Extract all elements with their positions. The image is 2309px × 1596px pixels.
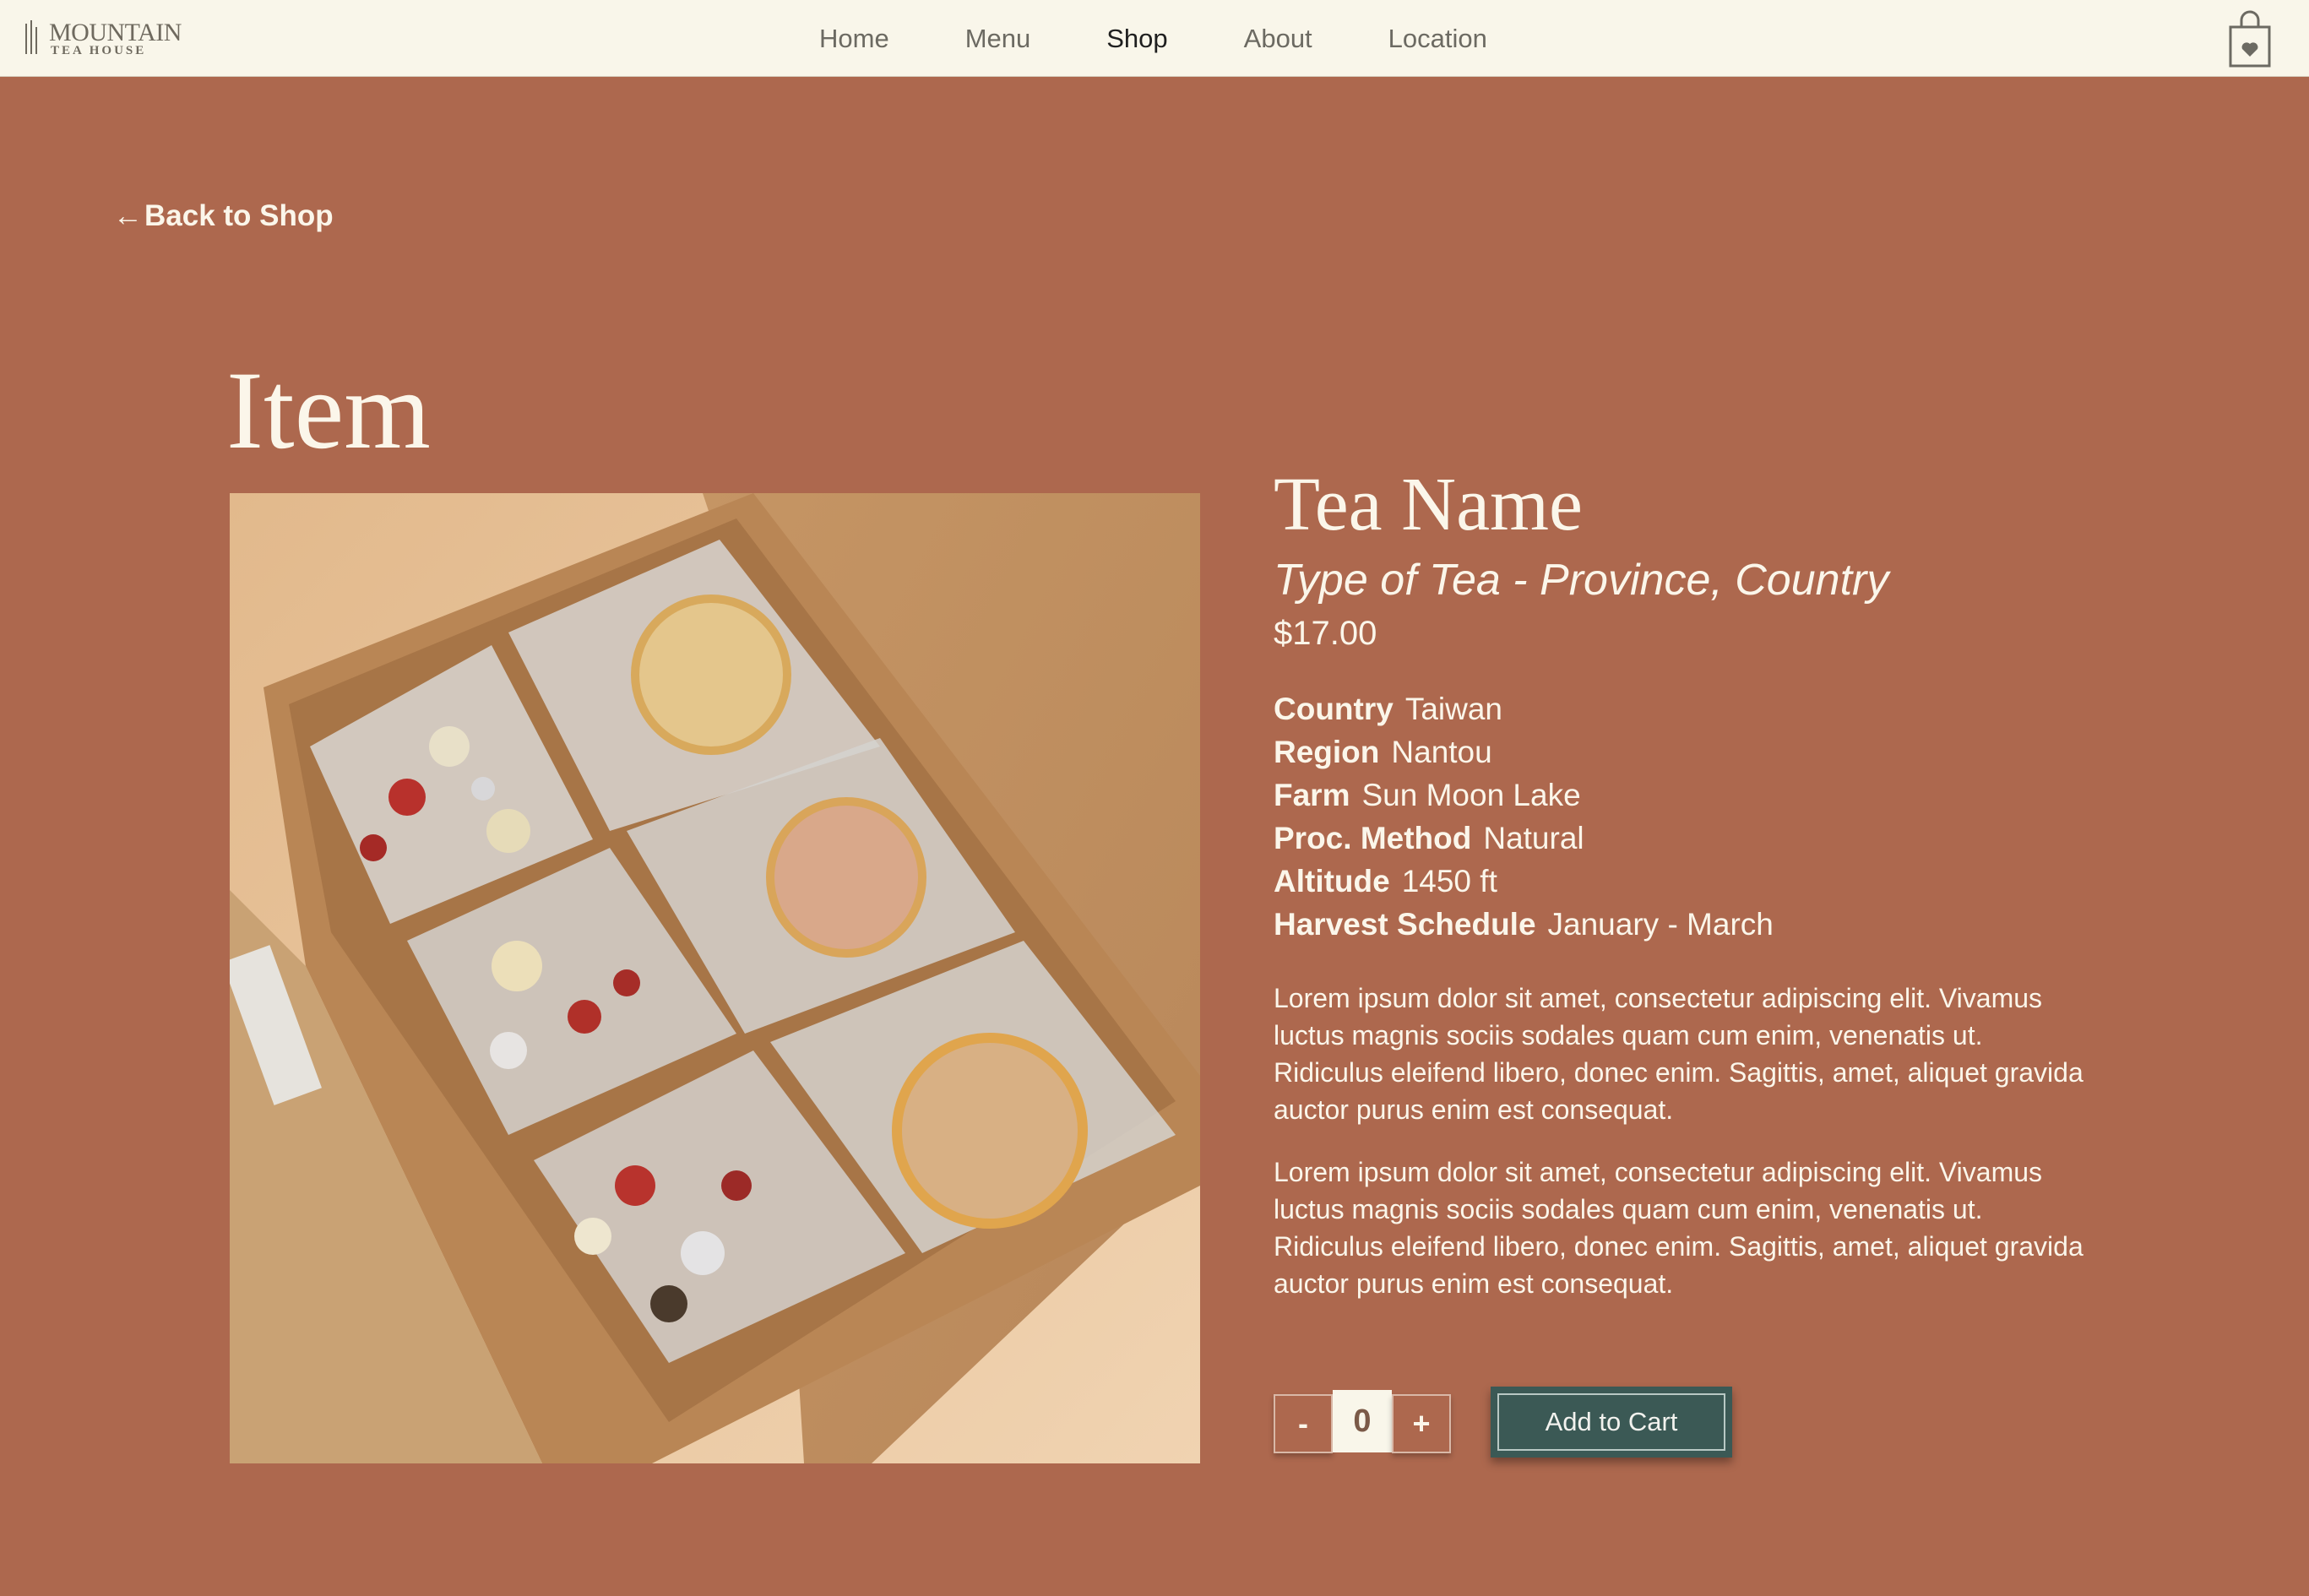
shopping-bag-heart-icon [2229,10,2271,68]
spec-key: Altitude [1274,864,1390,899]
spec-value: Natural [1483,821,1584,856]
brand-name: MOUNTAIN [49,19,182,46]
cart-button[interactable] [2226,10,2274,69]
product-description-1: Lorem ipsum dolor sit amet, consectetur … [1274,983,2084,1126]
spec-value: Sun Moon Lake [1361,778,1581,813]
spec-key: Proc. Method [1274,821,1472,856]
decrement-button[interactable]: - [1274,1394,1333,1453]
product-image [230,493,1200,1463]
spec-row-farm: Farm Sun Moon Lake [1274,774,2118,817]
spec-value: 1450 ft [1401,864,1497,899]
increment-button[interactable]: + [1392,1394,1451,1453]
spec-key: Region [1274,735,1380,770]
product-price: $17.00 [1274,615,1377,653]
spec-row-region: Region Nantou [1274,730,2118,774]
spec-value: Taiwan [1404,692,1503,727]
nav-item-shop[interactable]: Shop [1106,24,1167,54]
product-specs: Country Taiwan Region Nantou Farm Sun Moon … [1274,687,2118,946]
spec-value: Nantou [1391,735,1492,770]
spec-row-altitude: Altitude 1450 ft [1274,860,2118,903]
nav-item-location[interactable]: Location [1388,24,1487,54]
add-to-cart-button[interactable]: Add to Cart [1491,1387,1732,1458]
nav-item-menu[interactable]: Menu [965,24,1031,54]
product-type-line: Type of Tea - Province, Country [1274,556,1889,605]
spec-key: Harvest Schedule [1274,907,1536,942]
back-to-shop-link[interactable]: ←Back to Shop [113,199,334,233]
spec-row-harvest-schedule: Harvest Schedule January - March [1274,903,2118,946]
mountain-logo-icon [25,20,37,54]
spec-value: January - March [1547,907,1774,942]
quantity-value[interactable]: 0 [1333,1390,1392,1452]
product-description-2: Lorem ipsum dolor sit amet, consectetur … [1274,1157,2084,1300]
back-to-shop-label: Back to Shop [144,199,334,232]
page-title: Item [226,348,431,472]
product-details: Tea Name Type of Tea - Province, Country… [1274,463,2118,1302]
top-navbar: MOUNTAIN TEA HOUSE Home Menu Shop About … [0,0,2309,77]
spec-row-proc-method: Proc. Method Natural [1274,817,2118,860]
nav-item-home[interactable]: Home [819,24,889,54]
product-name: Tea Name [1274,463,1583,546]
quantity-stepper: - 0 + [1274,1390,1451,1453]
spec-key: Country [1274,692,1394,727]
add-to-cart-label: Add to Cart [1497,1393,1725,1451]
brand-logo[interactable]: MOUNTAIN TEA HOUSE [24,15,193,59]
arrow-left-icon: ← [113,199,143,232]
spec-key: Farm [1274,778,1350,813]
brand-subtitle: TEA HOUSE [51,44,147,57]
nav-item-about[interactable]: About [1244,24,1312,54]
main-nav: Home Menu Shop About Location [819,0,1563,77]
spec-row-country: Country Taiwan [1274,687,2118,730]
